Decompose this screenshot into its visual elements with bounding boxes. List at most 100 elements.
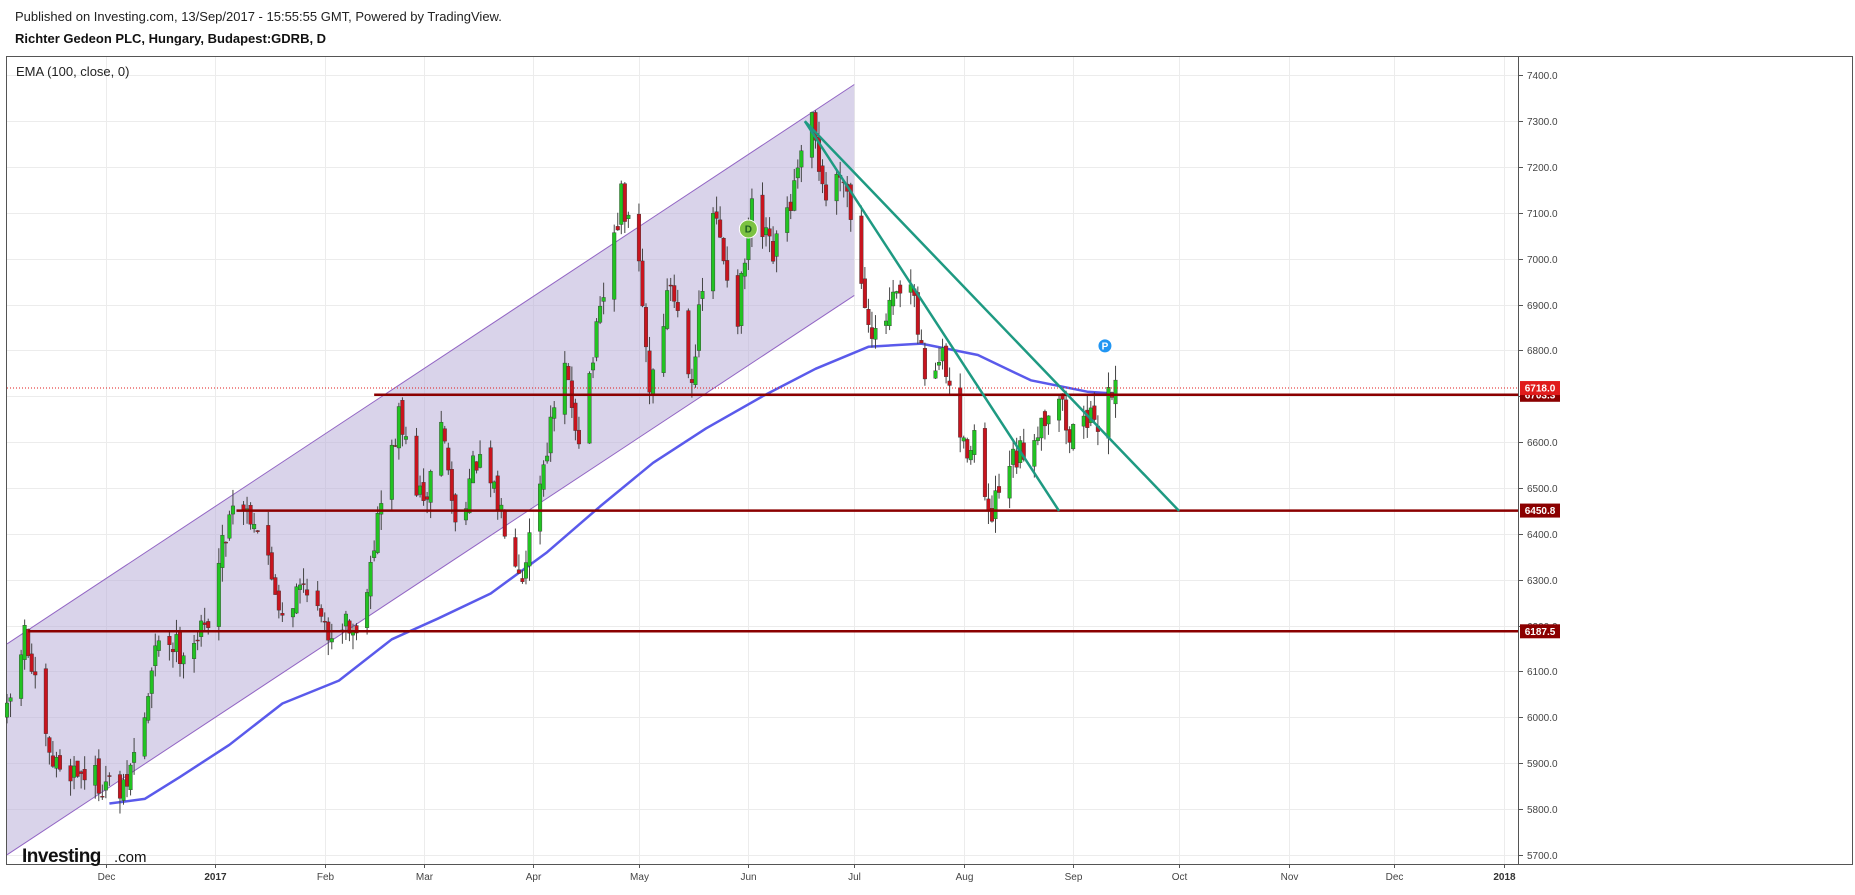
candle-down (636, 213, 641, 262)
candle-up (350, 632, 355, 636)
y-tick-label: 6100.0 (1527, 667, 1558, 678)
candle-up (128, 764, 133, 791)
candle-down (400, 400, 405, 435)
candle-up (372, 550, 377, 558)
candle-up (72, 765, 77, 778)
y-tick-label: 7000.0 (1527, 255, 1558, 266)
candle-up (594, 321, 599, 358)
current-price-tag: 6718.0 (1520, 381, 1560, 396)
candle-down (446, 447, 451, 471)
candle-down (107, 775, 112, 777)
candle-down (421, 482, 426, 501)
candle-down (915, 292, 920, 335)
candle-down (643, 307, 648, 348)
candle-down (195, 639, 200, 642)
candle-up (799, 150, 804, 168)
candle-down (248, 505, 253, 525)
candle-up (527, 532, 532, 567)
candle-up (192, 643, 197, 659)
candle-down (615, 226, 620, 231)
candle-up (428, 471, 433, 503)
candle-down (100, 795, 105, 798)
logo-brand: Investing (22, 846, 101, 867)
candle-up (894, 291, 899, 294)
candle-down (714, 211, 719, 219)
candle-down (266, 525, 271, 556)
y-tick-label: 6800.0 (1527, 346, 1558, 357)
price-chart[interactable]: DP 5700.05800.05900.06000.06100.06200.06… (0, 0, 1855, 895)
candle-up (290, 608, 295, 618)
candle-up (693, 356, 698, 385)
candle-down (280, 613, 285, 616)
y-tick-label: 7300.0 (1527, 117, 1558, 128)
candle-up (471, 455, 476, 484)
candle-down (520, 578, 525, 582)
candle-up (252, 524, 257, 530)
candle-down (721, 238, 726, 262)
candle-up (492, 481, 497, 489)
y-tick-label: 6400.0 (1527, 530, 1558, 541)
candle-up (972, 430, 977, 455)
candle-up (562, 362, 567, 415)
candle-down (255, 530, 260, 532)
candle-up (933, 370, 938, 379)
candle-up (8, 697, 13, 702)
candle-up (132, 752, 137, 763)
candle-down (223, 541, 228, 544)
candle-up (343, 613, 348, 627)
candle-up (661, 326, 666, 373)
candle-down (824, 184, 829, 201)
x-tick-label: Mar (416, 872, 434, 883)
x-tick-label: Nov (1281, 872, 1299, 883)
candle-down (273, 577, 278, 595)
candle-down (997, 486, 1002, 493)
candle-down (640, 260, 645, 307)
investing-logo: Investing .com (22, 846, 147, 867)
candle-down (622, 183, 627, 222)
candle-up (467, 478, 472, 514)
candle-up (739, 273, 744, 326)
candle-down (125, 774, 130, 787)
candle-up (375, 513, 380, 553)
candle-up (389, 444, 394, 500)
candle-down (922, 348, 927, 380)
level-tag-text: 6187.5 (1525, 627, 1556, 638)
candle-down (1042, 411, 1047, 427)
x-tick-label: Dec (1386, 872, 1404, 883)
candle-down (68, 765, 73, 782)
y-tick-label: 6900.0 (1527, 301, 1558, 312)
candle-up (601, 297, 606, 302)
y-tick-label: 6500.0 (1527, 484, 1558, 495)
candle-up (711, 213, 716, 292)
candle-up (834, 173, 839, 202)
candle-up (884, 320, 889, 326)
candle-up (548, 416, 553, 454)
candle-down (57, 755, 62, 770)
candle-down (96, 758, 101, 794)
candle-up (626, 214, 631, 219)
candle-up (153, 645, 158, 667)
candle-up (1113, 379, 1118, 405)
candle-up (230, 505, 235, 515)
candle-up (587, 373, 592, 444)
candle-down (26, 629, 31, 657)
current-price-tag-text: 6718.0 (1525, 384, 1556, 395)
candle-down (647, 350, 652, 393)
candle-down (675, 302, 680, 311)
candle-down (866, 309, 871, 325)
candle-up (651, 369, 656, 395)
candle-up (792, 180, 797, 211)
y-tick-label: 7200.0 (1527, 163, 1558, 174)
candle-up (774, 233, 779, 257)
candle-up (54, 757, 59, 769)
candle-down (672, 285, 677, 302)
x-axis: Dec 2017 Feb Mar Apr May Jun Jul Aug Sep Oct Nov Dec… (98, 864, 1516, 883)
candle-down (276, 590, 281, 611)
candle-down (788, 201, 793, 211)
candle-up (742, 262, 747, 277)
candle-down (50, 755, 55, 767)
candle-up (146, 696, 151, 721)
candle-down (735, 275, 740, 327)
candle-up (439, 421, 444, 476)
candle-down (82, 769, 87, 781)
